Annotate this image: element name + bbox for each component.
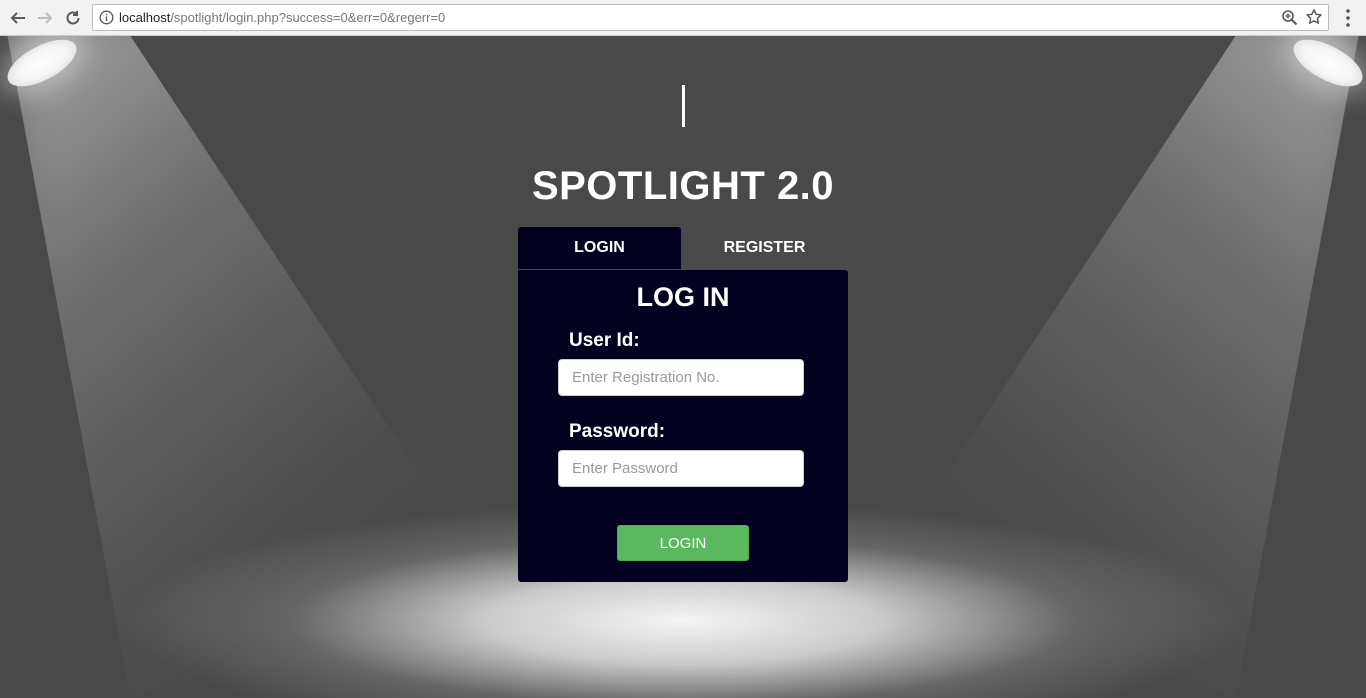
login-panel: LOG IN User Id: Password: LOGIN bbox=[518, 270, 848, 582]
text-cursor-bar bbox=[682, 85, 685, 127]
kebab-menu-icon[interactable] bbox=[1340, 8, 1356, 28]
spotlight-beam-right bbox=[846, 36, 1366, 696]
info-icon[interactable] bbox=[99, 10, 114, 25]
spotlight-lamp-right bbox=[1286, 36, 1366, 96]
url-text[interactable]: localhost/spotlight/login.php?success=0&… bbox=[119, 10, 445, 25]
login-button[interactable]: LOGIN bbox=[617, 525, 749, 561]
login-heading: LOG IN bbox=[636, 282, 730, 312]
spotlight-beam-left bbox=[0, 36, 520, 696]
tab-register[interactable]: REGISTER bbox=[683, 227, 846, 269]
password-input[interactable] bbox=[558, 450, 804, 487]
address-bar[interactable]: localhost/spotlight/login.php?success=0&… bbox=[92, 4, 1329, 31]
reload-icon[interactable] bbox=[61, 6, 85, 30]
auth-tabs: LOGIN REGISTER bbox=[518, 227, 848, 269]
password-label: Password: bbox=[569, 421, 666, 442]
url-path: /spotlight/login.php?success=0&err=0&reg… bbox=[170, 10, 446, 25]
zoom-icon[interactable] bbox=[1281, 9, 1298, 26]
back-arrow-icon[interactable] bbox=[6, 6, 30, 30]
user-id-input[interactable] bbox=[558, 359, 804, 396]
url-host: localhost bbox=[119, 10, 171, 25]
star-icon[interactable] bbox=[1305, 8, 1323, 26]
page-title: SPOTLIGHT 2.0 bbox=[531, 164, 835, 208]
spotlight-lamp-left bbox=[0, 36, 84, 96]
forward-arrow-icon[interactable] bbox=[33, 6, 57, 30]
browser-toolbar: localhost/spotlight/login.php?success=0&… bbox=[0, 0, 1366, 36]
page-background: SPOTLIGHT 2.0 LOGIN REGISTER LOG IN User… bbox=[0, 36, 1366, 698]
user-id-label: User Id: bbox=[569, 330, 640, 351]
tab-login[interactable]: LOGIN bbox=[518, 227, 681, 269]
